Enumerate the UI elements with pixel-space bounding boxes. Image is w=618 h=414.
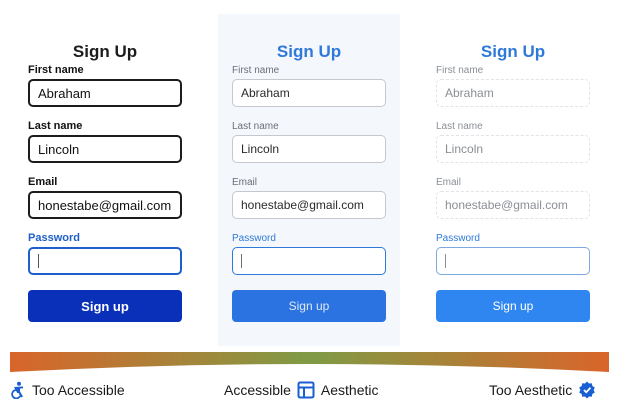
first-name-input[interactable]: Abraham <box>232 79 386 107</box>
text-cursor <box>445 254 446 268</box>
first-name-value: Abraham <box>241 86 290 100</box>
badge-icon <box>579 381 596 399</box>
first-name-label: First name <box>436 65 484 76</box>
scale-left-label: Too Accessible <box>32 382 125 398</box>
last-name-input[interactable]: Lincoln <box>28 135 182 163</box>
email-label: Email <box>232 177 258 188</box>
scale-left: Too Accessible <box>9 380 125 400</box>
email-value: honestabe@gmail.com <box>445 198 568 212</box>
email-value: honestabe@gmail.com <box>241 198 364 212</box>
sign-up-button[interactable]: Sign up <box>232 290 386 322</box>
first-name-value: Abraham <box>38 85 91 101</box>
signup-form-balanced: Sign Up First name Abraham Last name Lin… <box>218 14 400 346</box>
form-title: Sign Up <box>72 42 138 61</box>
email-input[interactable]: honestabe@gmail.com <box>436 191 590 219</box>
scale-middle: Accessible Aesthetic <box>224 380 379 400</box>
password-input[interactable] <box>232 247 386 275</box>
last-name-label: Last name <box>28 120 83 132</box>
text-cursor <box>241 254 242 268</box>
accessibility-icon <box>11 381 23 399</box>
last-name-input[interactable]: Lincoln <box>232 135 386 163</box>
last-name-value: Lincoln <box>445 142 484 156</box>
spectrum-gradient-bar <box>10 352 609 372</box>
sign-up-button[interactable]: Sign up <box>436 290 590 322</box>
first-name-value: Abraham <box>445 86 494 100</box>
form-title: Sign Up <box>276 42 342 61</box>
last-name-label: Last name <box>436 121 483 132</box>
password-label: Password <box>436 233 480 244</box>
form-title: Sign Up <box>480 42 546 61</box>
scale-middle-label-aesthetic: Aesthetic <box>320 382 379 398</box>
sign-up-button[interactable]: Sign up <box>28 290 182 322</box>
password-input[interactable] <box>28 247 182 275</box>
first-name-label: First name <box>28 64 84 76</box>
scale-right-label: Too Aesthetic <box>489 382 573 398</box>
email-input[interactable]: honestabe@gmail.com <box>28 191 182 219</box>
last-name-input[interactable]: Lincoln <box>436 135 590 163</box>
password-input[interactable] <box>436 247 590 275</box>
last-name-value: Lincoln <box>38 141 80 157</box>
email-label: Email <box>436 177 462 188</box>
email-label: Email <box>28 176 58 188</box>
email-value: honestabe@gmail.com <box>38 197 172 213</box>
text-cursor <box>38 254 39 268</box>
last-name-label: Last name <box>232 121 279 132</box>
password-label: Password <box>232 233 276 244</box>
scale-middle-label-accessible: Accessible <box>224 382 291 398</box>
first-name-input[interactable]: Abraham <box>28 79 182 107</box>
signup-form-too-aesthetic: Sign Up First name Abraham Last name Lin… <box>422 14 604 346</box>
layout-icon <box>297 381 315 399</box>
signup-form-too-accessible: Sign Up First name Abraham Last name Lin… <box>14 14 196 346</box>
first-name-label: First name <box>232 65 280 76</box>
password-label: Password <box>28 232 80 244</box>
first-name-input[interactable]: Abraham <box>436 79 590 107</box>
email-input[interactable]: honestabe@gmail.com <box>232 191 386 219</box>
scale-right: Too Aesthetic <box>489 380 596 400</box>
last-name-value: Lincoln <box>241 142 280 156</box>
